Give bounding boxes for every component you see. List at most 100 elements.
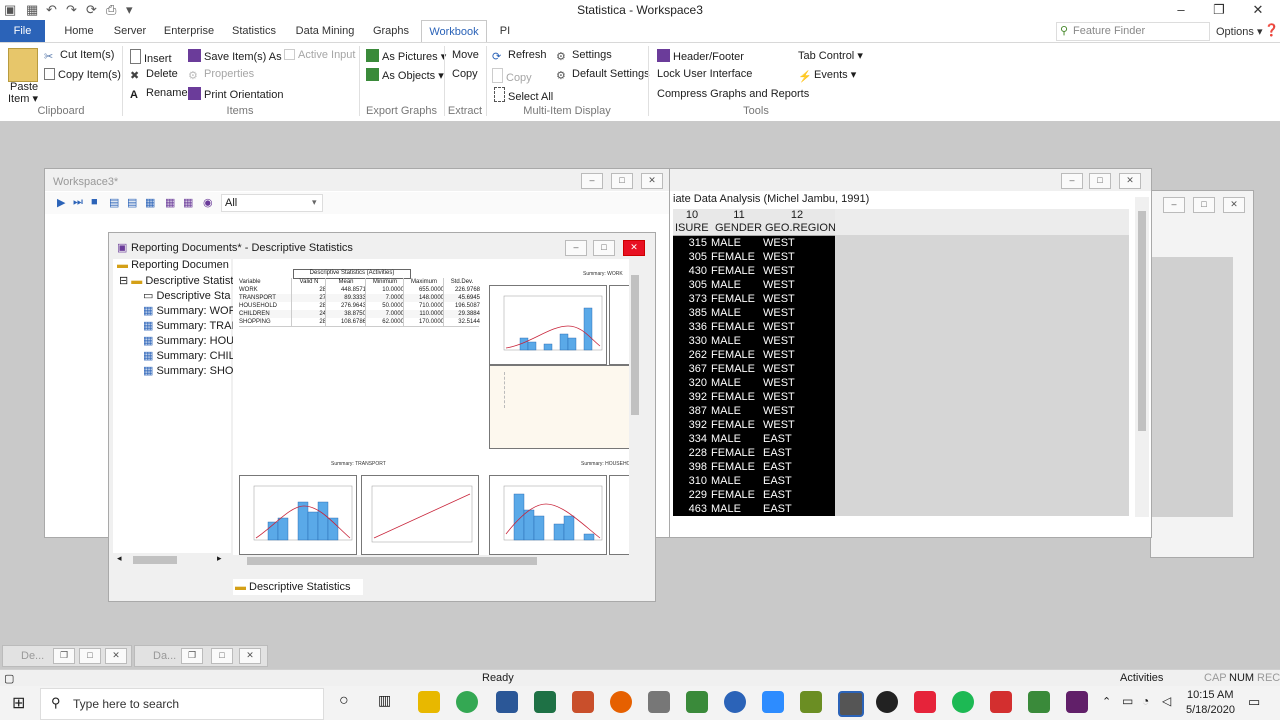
tab-statistics[interactable]: Statistics (228, 20, 280, 42)
grid-cell[interactable]: EAST (763, 502, 833, 516)
grid-cell[interactable]: WEST (763, 404, 833, 418)
grid-cell[interactable]: 367 (673, 362, 707, 376)
grid-cell[interactable]: WEST (763, 264, 833, 278)
app3-icon[interactable] (800, 691, 822, 713)
copy-items-button[interactable]: Copy Item(s) (44, 68, 121, 81)
maximize-icon[interactable]: □ (1193, 197, 1215, 213)
grid-cell[interactable]: FEMALE (711, 348, 761, 362)
maximize-icon[interactable]: □ (1089, 173, 1111, 189)
events-button[interactable]: ⚡ Events ▾ (798, 68, 856, 83)
maximize-icon[interactable]: □ (79, 648, 101, 664)
rename-button[interactable]: A Rename (130, 87, 188, 102)
reporting-titlebar[interactable]: ▣ Reporting Documents* - Descriptive Sta… (109, 237, 655, 259)
display-copy-button[interactable]: Copy (492, 68, 532, 84)
tab-workbook[interactable]: Workbook (421, 20, 487, 43)
grid-row[interactable]: 320 MALE WEST (673, 376, 835, 390)
settings-button[interactable]: ⚙ Settings (556, 49, 612, 63)
delete-button[interactable]: ✖ Delete (130, 68, 178, 82)
slack-icon[interactable] (1066, 691, 1088, 713)
household-histogram[interactable] (489, 475, 607, 555)
paste-item-label[interactable]: Item ▾ (8, 92, 38, 105)
excel-icon[interactable] (534, 691, 556, 713)
content-hscrollbar[interactable] (233, 555, 641, 567)
grid-cell[interactable]: FEMALE (711, 250, 761, 264)
run-selected-icon[interactable]: ⏭ (73, 196, 83, 209)
scrollbar-thumb[interactable] (247, 557, 537, 565)
as-objects-button[interactable]: As Objects ▾ (366, 68, 444, 82)
grid-cell[interactable]: 334 (673, 432, 707, 446)
app2-icon[interactable] (686, 691, 708, 713)
spreadsheet-titlebar[interactable]: – □ ✕ (669, 169, 1151, 191)
grid-cell[interactable]: MALE (711, 502, 761, 516)
grid-cell[interactable]: WEST (763, 278, 833, 292)
statistica-icon[interactable] (838, 691, 864, 717)
document-tree[interactable]: ▬ Reporting Documen ⊟ ▬ Descriptive Stat… (113, 259, 237, 567)
save-items-as-button[interactable]: Save Item(s) As (188, 49, 282, 63)
grid-cell[interactable]: FEMALE (711, 488, 761, 502)
grid-row[interactable]: 336 FEMALE WEST (673, 320, 835, 334)
maximize-icon[interactable]: □ (611, 173, 633, 189)
powerpoint-icon[interactable] (572, 691, 594, 713)
grid-cell[interactable]: 392 (673, 418, 707, 432)
scrollbar-thumb[interactable] (133, 556, 177, 564)
close-icon[interactable]: ✕ (641, 173, 663, 189)
grid-cell[interactable]: 305 (673, 250, 707, 264)
node2-icon[interactable]: ▤ (127, 196, 137, 209)
volume-icon[interactable]: ◁ (1162, 694, 1171, 708)
chrome-icon[interactable] (456, 691, 478, 713)
grid-cell[interactable]: 262 (673, 348, 707, 362)
grid-cell[interactable]: WEST (763, 306, 833, 320)
tab-control-button[interactable]: Tab Control ▾ (798, 49, 863, 62)
close-icon[interactable]: ✕ (239, 648, 261, 664)
grid-cell[interactable]: 330 (673, 334, 707, 348)
app-icon[interactable] (648, 691, 670, 713)
indesign-icon[interactable] (914, 691, 936, 713)
extract-move-button[interactable]: Move (452, 49, 479, 61)
restore-icon[interactable]: ❐ (53, 648, 75, 664)
col-name-gender[interactable]: GENDER (715, 222, 762, 234)
grid-cell[interactable]: EAST (763, 432, 833, 446)
grid-row[interactable]: 463 MALE EAST (673, 502, 835, 516)
grid-row[interactable]: 305 MALE WEST (673, 278, 835, 292)
spreadsheet-window[interactable]: – □ ✕ iate Data Analysis (Michel Jambu, … (668, 168, 1152, 538)
tree-item-summary-household[interactable]: ▦ Summary: HOU (143, 334, 234, 347)
node6-icon[interactable]: ◉ (203, 196, 213, 209)
grid-cell[interactable]: FEMALE (711, 264, 761, 278)
grid-row[interactable]: 228 FEMALE EAST (673, 446, 835, 460)
grid-cell[interactable]: WEST (763, 236, 833, 250)
minimized-window-2[interactable]: Da... ❐ □ ✕ (134, 645, 268, 667)
grid-cell[interactable]: 463 (673, 502, 707, 516)
bottom-tab-descriptive[interactable]: ▬ Descriptive Statistics (233, 579, 363, 595)
chevron-left-icon[interactable]: ◂ (117, 553, 122, 564)
grid-cell[interactable]: FEMALE (711, 292, 761, 306)
grid-cell[interactable]: 430 (673, 264, 707, 278)
grid-row[interactable]: 305 FEMALE WEST (673, 250, 835, 264)
grid-row[interactable]: 385 MALE WEST (673, 306, 835, 320)
stop-icon[interactable]: ■ (91, 196, 98, 208)
col-num-11[interactable]: 11 (719, 209, 759, 221)
grid-row[interactable]: 392 FEMALE WEST (673, 418, 835, 432)
transport-histogram[interactable] (239, 475, 357, 555)
node-icon[interactable]: ▤ (109, 196, 119, 209)
grid-cell[interactable]: WEST (763, 418, 833, 432)
restore-icon[interactable]: ❐ (1204, 2, 1234, 18)
clock-date[interactable]: 5/18/2020 (1186, 704, 1235, 716)
report-content[interactable]: Descriptive Statistics (Activities) Vari… (233, 259, 641, 567)
tree-hscrollbar[interactable]: ◂ ▸ (113, 553, 231, 567)
grid-cell[interactable]: FEMALE (711, 320, 761, 334)
grid-cell[interactable]: 315 (673, 236, 707, 250)
grid-cell[interactable]: FEMALE (711, 418, 761, 432)
grid-cell[interactable]: 373 (673, 292, 707, 306)
tab-server[interactable]: Server (110, 20, 150, 42)
cortana-icon[interactable]: ○ (339, 692, 349, 710)
grid-cell[interactable]: 387 (673, 404, 707, 418)
filter-dropdown[interactable]: All ▾ (221, 194, 323, 212)
grid-cell[interactable]: MALE (711, 432, 761, 446)
grid-row[interactable]: 392 FEMALE WEST (673, 390, 835, 404)
grid-cell[interactable]: FEMALE (711, 460, 761, 474)
grid-row[interactable]: 387 MALE WEST (673, 404, 835, 418)
network-icon[interactable]: ▭ (1122, 694, 1133, 708)
grid-row[interactable]: 373 FEMALE WEST (673, 292, 835, 306)
grid-row[interactable]: 262 FEMALE WEST (673, 348, 835, 362)
node5-icon[interactable]: ▦ (183, 196, 193, 209)
